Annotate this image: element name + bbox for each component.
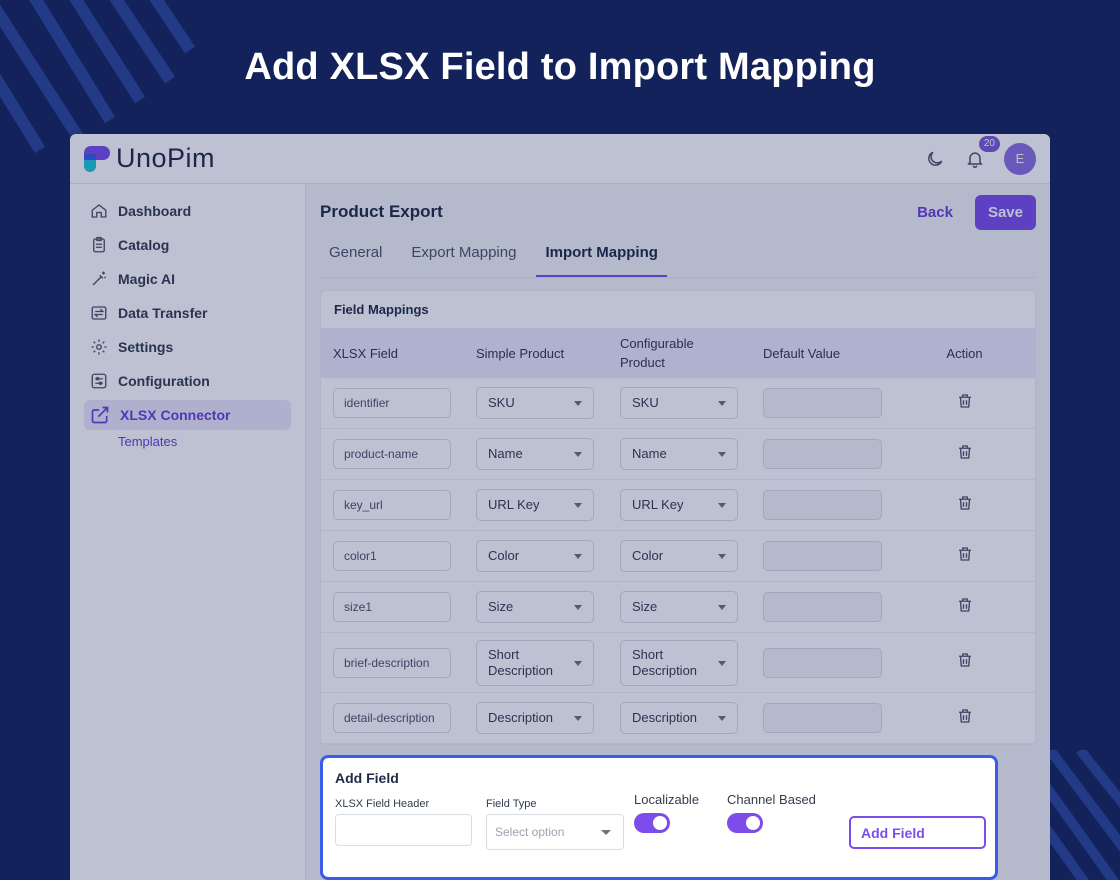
field-type-select[interactable]: Select option <box>486 814 624 850</box>
add-field-dialog: Add Field XLSX Field Header Field Type S… <box>320 755 998 880</box>
field-type-label: Field Type <box>486 798 537 810</box>
hero-title: Add XLSX Field to Import Mapping <box>244 46 876 88</box>
xlsx-field-header-input[interactable] <box>335 814 472 846</box>
localizable-toggle[interactable] <box>634 813 670 833</box>
chevron-down-icon <box>601 830 611 835</box>
channel-based-toggle[interactable] <box>727 813 763 833</box>
field-header-label: XLSX Field Header <box>335 798 430 810</box>
select-placeholder: Select option <box>495 825 565 839</box>
channel-based-label: Channel Based <box>727 792 816 807</box>
localizable-label: Localizable <box>634 792 700 807</box>
dialog-title: Add Field <box>335 770 399 786</box>
add-field-button[interactable]: Add Field <box>849 816 986 849</box>
